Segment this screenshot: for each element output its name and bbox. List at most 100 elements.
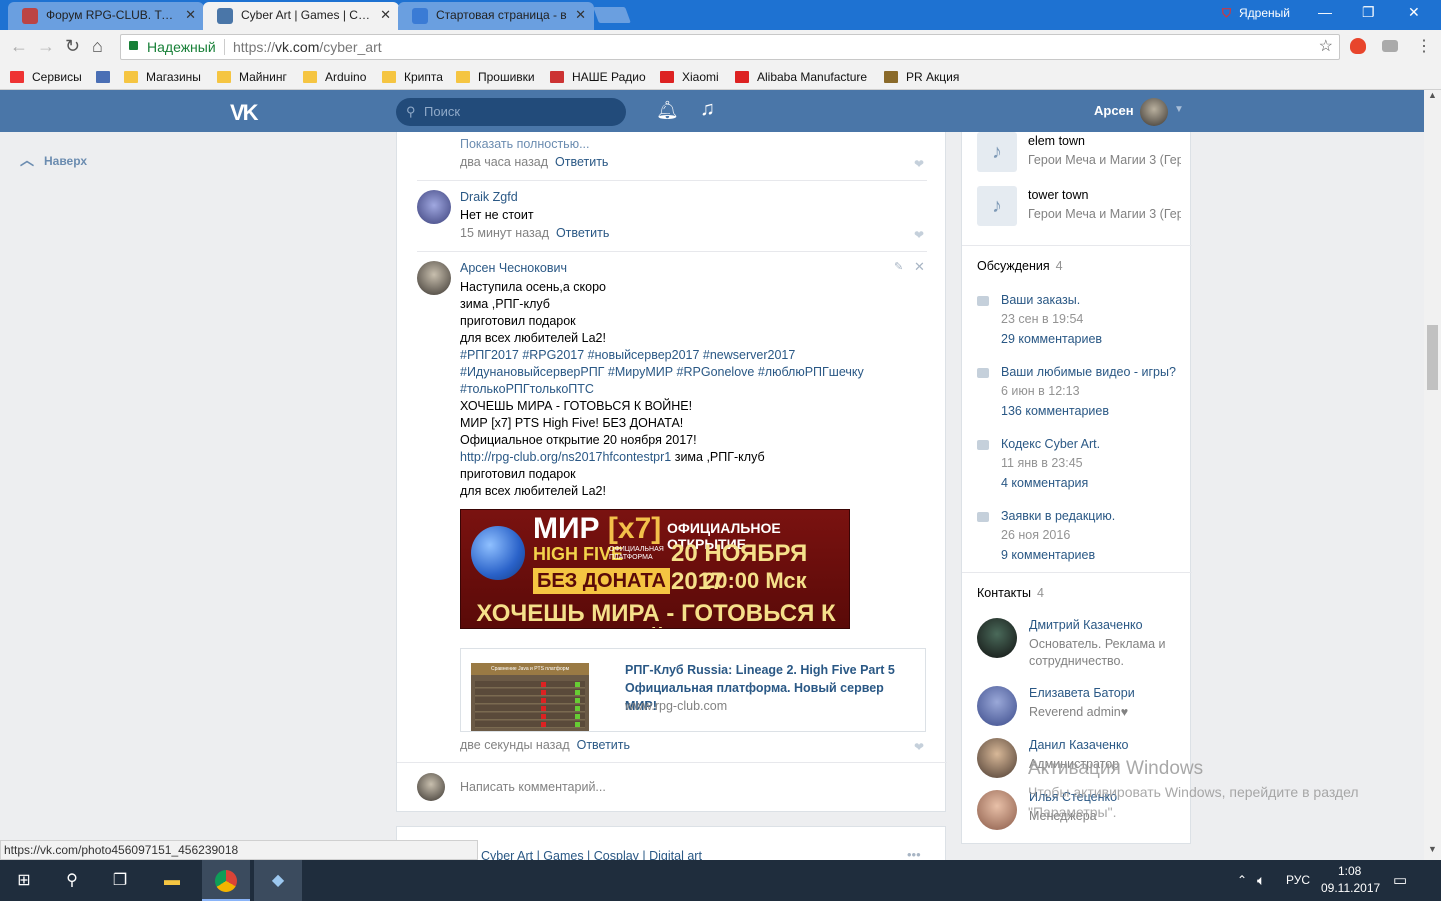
bookmark-services[interactable]: Сервисы	[10, 68, 82, 86]
bookmark-star-icon[interactable]: ☆	[1319, 35, 1333, 59]
comment-author[interactable]: Арсен Чеснокович	[460, 261, 567, 275]
divider	[224, 39, 225, 55]
link-preview-card[interactable]: Сравнение Java и PTS платформ РПГ-Клуб R…	[460, 648, 926, 732]
hashtag-line[interactable]: #ИдунановыйсерверРПГ #МируМИР #RPGonelov…	[460, 364, 864, 381]
avatar[interactable]	[977, 686, 1017, 726]
home-icon[interactable]: ⌂	[92, 36, 103, 57]
tab-start-page[interactable]: Стартовая страница - в ✕	[398, 2, 594, 30]
reader-icon[interactable]	[1382, 40, 1398, 52]
wall-post-comments: Показать полностью... два часа назад Отв…	[396, 132, 947, 812]
music-note-icon[interactable]: ♪	[977, 186, 1017, 226]
edit-icon[interactable]: ✎	[894, 260, 903, 273]
comment-time[interactable]: 15 минут назад	[460, 226, 549, 240]
comment-time[interactable]: два часа назад	[460, 155, 548, 169]
clock-time[interactable]: 1:08	[1338, 864, 1361, 878]
reply-link[interactable]: Ответить	[556, 226, 609, 240]
close-tab-icon[interactable]: ✕	[380, 2, 391, 28]
language-indicator[interactable]: РУС	[1286, 873, 1310, 887]
audio-artist[interactable]: Герои Меча и Магии 3 (Гер	[1028, 153, 1181, 167]
search-input[interactable]: ⚲ Поиск	[396, 98, 626, 126]
close-tab-icon[interactable]: ✕	[185, 2, 196, 28]
bookmark-grid[interactable]	[96, 68, 118, 86]
comment-input[interactable]: Написать комментарий...	[460, 780, 606, 794]
comment-author[interactable]: Draik Zgfd	[460, 190, 518, 204]
profile-icon: ⛉	[1222, 6, 1232, 20]
bookmark-pr[interactable]: PR Акция	[884, 68, 959, 86]
scroll-to-top-button[interactable]: ︿ Наверх	[20, 150, 87, 170]
avatar[interactable]	[977, 738, 1017, 778]
address-bar[interactable]: Надежный https://vk.com/cyber_art ☆	[120, 34, 1340, 60]
volume-icon[interactable]: 🔈︎	[1257, 872, 1265, 889]
vk-logo[interactable]: VK	[230, 100, 259, 126]
discussions-header[interactable]: Обсуждения 4	[977, 259, 1063, 273]
chevron-down-icon[interactable]: ▼	[1174, 104, 1184, 115]
audio-artist[interactable]: Герои Меча и Магии 3 (Гер	[1028, 207, 1181, 221]
bookmark-arduino[interactable]: Arduino	[303, 68, 366, 86]
avatar[interactable]	[417, 261, 451, 295]
bookmark-nashe-radio[interactable]: НАШЕ Радио	[550, 68, 646, 86]
hashtag-line[interactable]: #толькоРПГтолькоПТС	[460, 381, 864, 398]
bookmark-alibaba[interactable]: Alibaba Manufacture	[735, 68, 867, 86]
tab-rpg-club[interactable]: Форум RPG-CLUB. Тема ✕	[8, 2, 204, 30]
scroll-up-icon[interactable]: ▲	[1428, 90, 1437, 100]
task-view-button[interactable]: ❐	[96, 860, 144, 901]
reply-link[interactable]: Ответить	[577, 738, 630, 752]
menu-icon[interactable]: ⋮	[1416, 36, 1432, 56]
chrome-button[interactable]	[202, 860, 250, 901]
bell-icon[interactable]: 🔔︎	[656, 100, 679, 121]
vk-favicon-icon	[217, 8, 233, 24]
restore-button[interactable]: ❐	[1362, 4, 1375, 21]
bookmark-shops[interactable]: Магазины	[124, 68, 201, 86]
folder-icon	[303, 71, 317, 83]
link-preview-domain: www.rpg-club.com	[625, 699, 728, 713]
avatar[interactable]	[977, 790, 1017, 830]
audio-title: tower town	[1028, 188, 1089, 202]
bookmark-crypto[interactable]: Крипта	[382, 68, 443, 86]
like-icon[interactable]: ❤	[914, 740, 924, 754]
hashtag-line[interactable]: #РПГ2017 #RPG2017 #новыйсервер2017 #news…	[460, 347, 864, 364]
search-button[interactable]: ⚲	[48, 860, 96, 901]
avatar[interactable]	[1140, 98, 1168, 126]
external-link[interactable]: http://rpg-club.org/ns2017hfcontestpr1	[460, 450, 671, 464]
avatar[interactable]	[417, 190, 451, 224]
comment-icon	[977, 512, 989, 522]
like-icon[interactable]: ❤	[914, 228, 924, 242]
browser-toolbar: ← → ↻ ⌂ Надежный https://vk.com/cyber_ar…	[0, 30, 1441, 65]
scroll-down-icon[interactable]: ▼	[1428, 844, 1437, 854]
bookmark-firmware[interactable]: Прошивки	[456, 68, 535, 86]
avatar[interactable]	[977, 618, 1017, 658]
start-button[interactable]: ⊞	[0, 860, 48, 901]
xiaomi-icon	[660, 71, 674, 83]
music-note-icon[interactable]: ♪	[977, 132, 1017, 172]
bookmark-mining[interactable]: Майнинг	[217, 68, 287, 86]
contacts-header[interactable]: Контакты 4	[977, 586, 1044, 600]
show-more-link[interactable]: Показать полностью...	[460, 137, 590, 151]
delete-icon[interactable]: ✕	[914, 259, 925, 275]
new-tab-button[interactable]	[593, 7, 631, 23]
browser-profile[interactable]: ⛉ Ядреный	[1222, 6, 1290, 21]
app-button[interactable]: ◆	[254, 860, 302, 901]
close-tab-icon[interactable]: ✕	[575, 2, 586, 28]
promo-banner-image[interactable]: МИР [x7] HIGH FIVE ОФИЦИАЛЬНАЯ ПЛАТФОРМА…	[460, 509, 850, 629]
tab-cyber-art[interactable]: Cyber Art | Games | Cosp ✕	[203, 2, 399, 30]
notifications-icon[interactable]: ▭	[1393, 871, 1407, 889]
page-scrollbar[interactable]: ▲ ▼	[1424, 90, 1441, 860]
file-explorer-button[interactable]: ▬	[148, 860, 196, 901]
forward-icon[interactable]: →	[37, 36, 55, 57]
right-column: ♪ elem town Герои Меча и Магии 3 (Гер ♪ …	[961, 132, 1192, 844]
comment-time[interactable]: две секунды назад	[460, 738, 570, 752]
reload-icon[interactable]: ↻	[65, 36, 80, 57]
music-icon[interactable]: ♫	[700, 98, 715, 121]
bookmark-xiaomi[interactable]: Xiaomi	[660, 68, 719, 86]
minimize-button[interactable]: —	[1318, 4, 1332, 20]
scroll-thumb[interactable]	[1427, 325, 1438, 390]
extension-icon[interactable]	[1350, 38, 1366, 54]
like-icon[interactable]: ❤	[914, 157, 924, 171]
close-window-button[interactable]: ✕	[1408, 4, 1420, 21]
back-icon[interactable]: ←	[10, 36, 28, 57]
comment-body: Наступила осень,а скоро зима ,РПГ-клуб п…	[460, 280, 864, 498]
user-name[interactable]: Арсен	[1094, 103, 1134, 118]
clock-date[interactable]: 09.11.2017	[1321, 881, 1380, 895]
tray-expand-icon[interactable]: ⌃	[1237, 873, 1247, 887]
reply-link[interactable]: Ответить	[555, 155, 608, 169]
